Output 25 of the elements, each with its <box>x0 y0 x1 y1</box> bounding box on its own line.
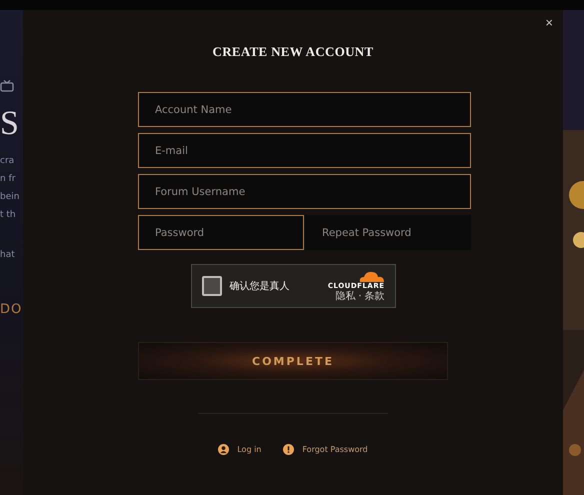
page-text: bein <box>0 191 20 204</box>
exclamation-icon <box>283 444 294 455</box>
page-text: t th <box>0 209 17 222</box>
input-field[interactable]: E-mail <box>138 133 471 168</box>
input-field[interactable]: Repeat Password <box>305 215 471 250</box>
privacy-link[interactable]: 隐私 <box>335 290 356 302</box>
captcha-checkbox[interactable] <box>202 276 222 296</box>
login-link[interactable]: Log in <box>218 444 262 455</box>
tv-icon[interactable] <box>0 80 14 92</box>
page-headline: S <box>0 104 20 144</box>
dialog-title: CREATE NEW ACCOUNT <box>212 44 374 60</box>
page-link[interactable]: DO <box>0 302 23 317</box>
input-field[interactable]: Account Name <box>138 92 471 127</box>
page-text: cra <box>0 155 16 168</box>
input-field[interactable]: Password <box>138 215 304 250</box>
terms-link[interactable]: 条款 <box>364 290 384 302</box>
input-field[interactable]: Forum Username <box>138 174 471 209</box>
separator-dot: · <box>358 290 362 302</box>
captcha-label: 确认您是真人 <box>230 280 290 293</box>
forgot-password-link[interactable]: Forgot Password <box>283 444 368 455</box>
complete-button[interactable]: COMPLETE <box>138 342 448 380</box>
page-text: n fr <box>0 173 16 186</box>
page-text: hat <box>0 249 16 262</box>
user-icon <box>218 444 230 455</box>
close-button[interactable]: × <box>541 16 557 30</box>
